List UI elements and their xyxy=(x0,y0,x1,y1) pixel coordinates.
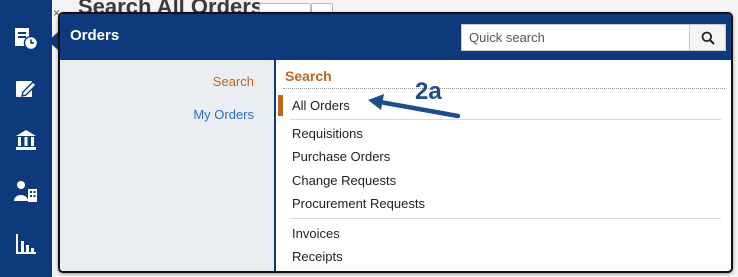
quick-search xyxy=(461,24,726,51)
annotation-arrow-icon xyxy=(368,94,461,119)
orders-popup: Orders Search My Orders Search All Order… xyxy=(58,12,733,273)
popup-title: Orders xyxy=(70,27,120,44)
popup-menu: Search All Orders Requisitions Purchase … xyxy=(278,60,731,271)
menu-item-change-requests[interactable]: Change Requests xyxy=(292,173,396,188)
rail-item-bank[interactable] xyxy=(0,114,52,166)
search-icon xyxy=(701,31,715,45)
section-title: Search xyxy=(285,68,332,84)
orders-icon xyxy=(15,28,39,51)
menu-item-receipts[interactable]: Receipts xyxy=(292,249,343,264)
menu-separator xyxy=(290,119,721,120)
menu-item-requisitions[interactable]: Requisitions xyxy=(292,126,363,141)
popup-pointer xyxy=(48,32,58,50)
rail-item-reports[interactable] xyxy=(0,218,52,270)
nav-my-orders-link[interactable]: My Orders xyxy=(193,107,254,122)
navigation-rail xyxy=(0,0,52,277)
bar-chart-icon xyxy=(16,234,36,254)
person-building-icon xyxy=(14,181,37,202)
rail-item-supplier[interactable] xyxy=(0,166,52,218)
menu-item-all-orders[interactable]: All Orders xyxy=(292,98,350,113)
screen: × Search All Orders Orders Quick search … xyxy=(0,0,738,277)
popup-left-nav: Search My Orders xyxy=(60,60,276,271)
quick-search-input[interactable] xyxy=(462,25,689,50)
menu-item-procurement-requests[interactable]: Procurement Requests xyxy=(292,196,425,211)
menu-separator xyxy=(290,218,721,219)
selection-indicator xyxy=(278,95,283,116)
rail-item-edit[interactable] xyxy=(0,63,52,115)
rail-item-orders[interactable] xyxy=(0,12,52,64)
menu-item-purchase-orders[interactable]: Purchase Orders xyxy=(292,149,390,164)
nav-search-link[interactable]: Search xyxy=(213,74,254,89)
popup-header: Orders xyxy=(60,14,731,60)
bank-icon xyxy=(16,130,36,150)
quick-search-button[interactable] xyxy=(689,25,725,50)
menu-item-invoices[interactable]: Invoices xyxy=(292,226,340,241)
edit-icon xyxy=(16,81,37,97)
section-divider xyxy=(283,88,725,89)
